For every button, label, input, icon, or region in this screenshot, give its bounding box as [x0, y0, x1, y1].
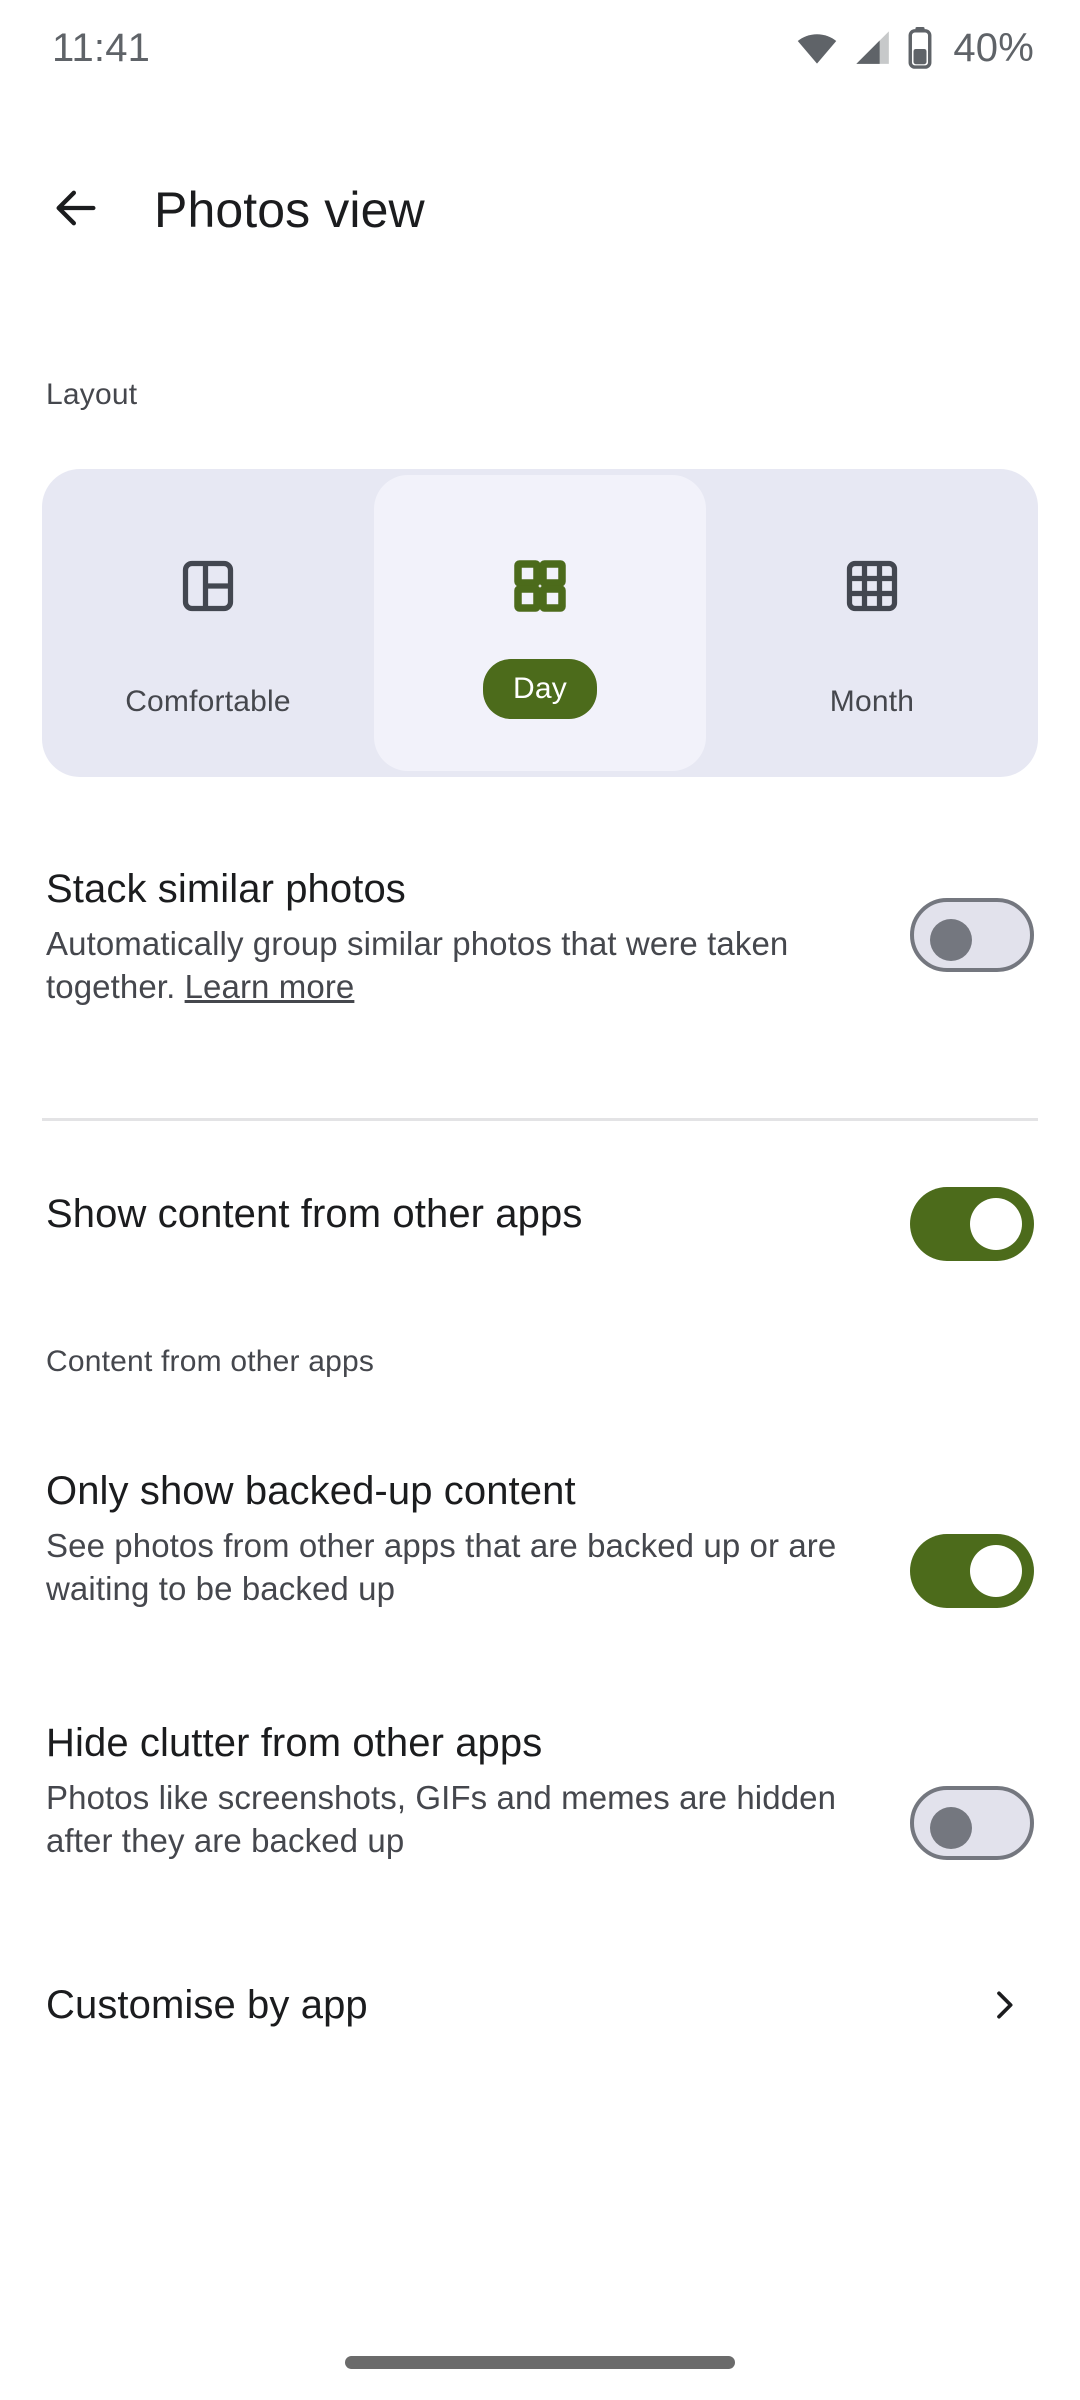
back-button[interactable] [28, 162, 124, 258]
setting-title: Show content from other apps [46, 1192, 583, 1236]
layout-option-month[interactable]: Month [706, 469, 1038, 777]
layout-option-label: Comfortable [125, 685, 291, 718]
toggle-knob [970, 1198, 1022, 1250]
setting-text-block: Customise by app [46, 1982, 974, 2028]
layout-option-day[interactable]: Day [374, 475, 706, 771]
content-from-other-apps-label: Content from other apps [46, 1345, 375, 1378]
setting-text-block: Only show backed-up content See photos f… [46, 1468, 910, 1611]
battery-percent-label: 40% [953, 25, 1034, 70]
back-arrow-icon [50, 182, 102, 239]
status-bar-clock: 11:41 [52, 25, 151, 70]
setting-row-show-content-other-apps[interactable]: Show content from other apps [0, 1187, 1080, 1261]
show-content-other-apps-toggle[interactable] [910, 1187, 1034, 1261]
section-divider [42, 1118, 1038, 1121]
setting-description-text: Automatically group similar photos that … [46, 925, 789, 1006]
layout-section-label: Layout [46, 378, 138, 411]
cellular-signal-icon [853, 28, 893, 68]
wifi-icon [795, 26, 839, 70]
layout-option-label: Month [829, 685, 915, 718]
learn-more-link[interactable]: Learn more [185, 968, 355, 1005]
toggle-knob [930, 1807, 972, 1849]
setting-title: Stack similar photos [46, 867, 406, 911]
app-bar: Photos view [0, 150, 1080, 270]
page-title: Photos view [154, 182, 425, 238]
layout-segmented-control: Comfortable Day Month [42, 469, 1038, 777]
layout-option-comfortable[interactable]: Comfortable [42, 469, 374, 777]
setting-title: Hide clutter from other apps [46, 1721, 543, 1765]
setting-title: Only show backed-up content [46, 1469, 576, 1513]
setting-description: Automatically group similar photos that … [46, 923, 882, 1009]
setting-description: See photos from other apps that are back… [46, 1527, 837, 1608]
setting-description: Photos like screenshots, GIFs and memes … [46, 1779, 837, 1860]
month-grid-icon [842, 543, 902, 629]
battery-icon [907, 27, 933, 69]
setting-row-only-backed-up[interactable]: Only show backed-up content See photos f… [0, 1468, 1080, 1611]
setting-text-block: Stack similar photos Automatically group… [46, 866, 910, 1009]
gesture-navigation-handle[interactable] [345, 2356, 735, 2369]
stack-similar-photos-toggle[interactable] [910, 898, 1034, 972]
chevron-right-icon[interactable] [974, 1975, 1034, 2035]
status-bar: 11:41 40% [0, 0, 1080, 96]
toggle-knob [970, 1545, 1022, 1597]
hide-clutter-toggle[interactable] [910, 1786, 1034, 1860]
customise-by-app-row[interactable]: Customise by app [0, 1975, 1080, 2035]
status-bar-icons: 40% [795, 26, 1034, 71]
day-grid-icon [510, 543, 570, 629]
setting-text-block: Show content from other apps [46, 1191, 910, 1237]
only-backed-up-toggle[interactable] [910, 1534, 1034, 1608]
setting-row-stack-similar-photos[interactable]: Stack similar photos Automatically group… [0, 866, 1080, 1009]
layout-option-label: Day [483, 659, 597, 719]
setting-title: Customise by app [46, 1982, 368, 2027]
toggle-knob [930, 919, 972, 961]
comfortable-layout-icon [178, 543, 238, 629]
setting-text-block: Hide clutter from other apps Photos like… [46, 1720, 910, 1863]
setting-row-hide-clutter[interactable]: Hide clutter from other apps Photos like… [0, 1720, 1080, 1863]
